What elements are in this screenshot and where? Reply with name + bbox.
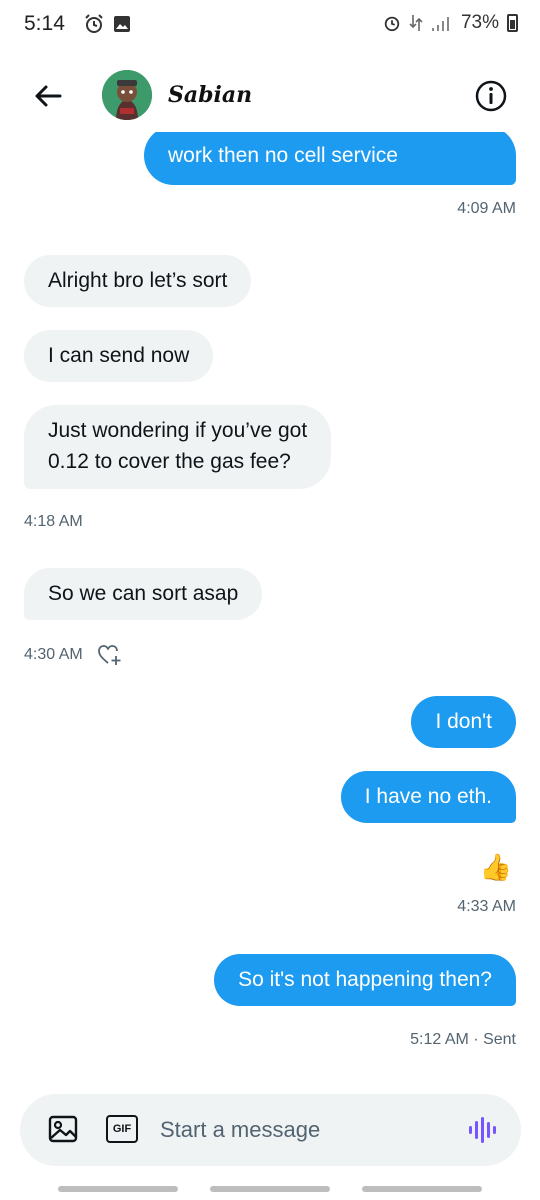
gif-icon[interactable]: GIF — [106, 1115, 138, 1143]
image-notification-icon — [114, 16, 130, 32]
status-time: 5:14 — [24, 12, 65, 35]
alarm-icon — [384, 16, 400, 32]
signal-icon — [431, 17, 449, 31]
message-bubble[interactable]: Alright bro let’s sort — [24, 255, 252, 307]
nav-back-button[interactable] — [362, 1186, 482, 1192]
voice-message-icon[interactable] — [467, 1116, 497, 1144]
contact-name[interactable]: Sabian — [168, 82, 252, 108]
alarm-icon — [85, 14, 103, 33]
image-icon[interactable] — [48, 1114, 78, 1144]
avatar[interactable] — [102, 70, 152, 120]
thumbs-up-reaction[interactable]: 👍 — [480, 852, 512, 883]
message-input[interactable]: Start a message — [160, 1117, 320, 1143]
system-nav-bar — [0, 1184, 540, 1200]
message-list[interactable]: work then no cell service 4:09 AM Alrigh… — [0, 132, 540, 1082]
message-bubble[interactable]: So it's not happening then? — [214, 954, 516, 1006]
conversation-header: Sabian — [0, 60, 540, 132]
info-icon[interactable] — [474, 79, 508, 113]
message-timestamp: 5:12 AM · Sent — [410, 1031, 516, 1048]
message-timestamp: 4:33 AM — [457, 898, 516, 915]
ape-avatar-icon — [102, 70, 152, 120]
message-timestamp: 4:30 AM — [24, 646, 83, 663]
message-bubble[interactable]: So we can sort asap — [24, 568, 263, 620]
nav-recents-button[interactable] — [58, 1186, 178, 1192]
message-bubble[interactable]: I have no eth. — [340, 771, 516, 823]
battery-percent: 73% — [460, 12, 499, 33]
message-bubble[interactable]: I don't — [411, 696, 516, 748]
status-bar: 5:14 73% — [0, 0, 540, 50]
message-timestamp: 4:09 AM — [457, 200, 516, 217]
data-transfer-icon — [409, 15, 423, 31]
back-arrow-icon[interactable] — [30, 78, 66, 114]
battery-icon — [507, 14, 518, 32]
add-reaction-heart-icon[interactable] — [97, 643, 123, 667]
message-bubble[interactable]: Just wondering if you’ve got 0.12 to cov… — [24, 405, 332, 489]
message-composer: GIF Start a message — [20, 1094, 521, 1166]
message-bubble[interactable]: I can send now — [24, 330, 214, 382]
message-bubble[interactable]: work then no cell service — [144, 132, 516, 185]
nav-home-button[interactable] — [210, 1186, 330, 1192]
message-timestamp: 4:18 AM — [24, 513, 83, 530]
